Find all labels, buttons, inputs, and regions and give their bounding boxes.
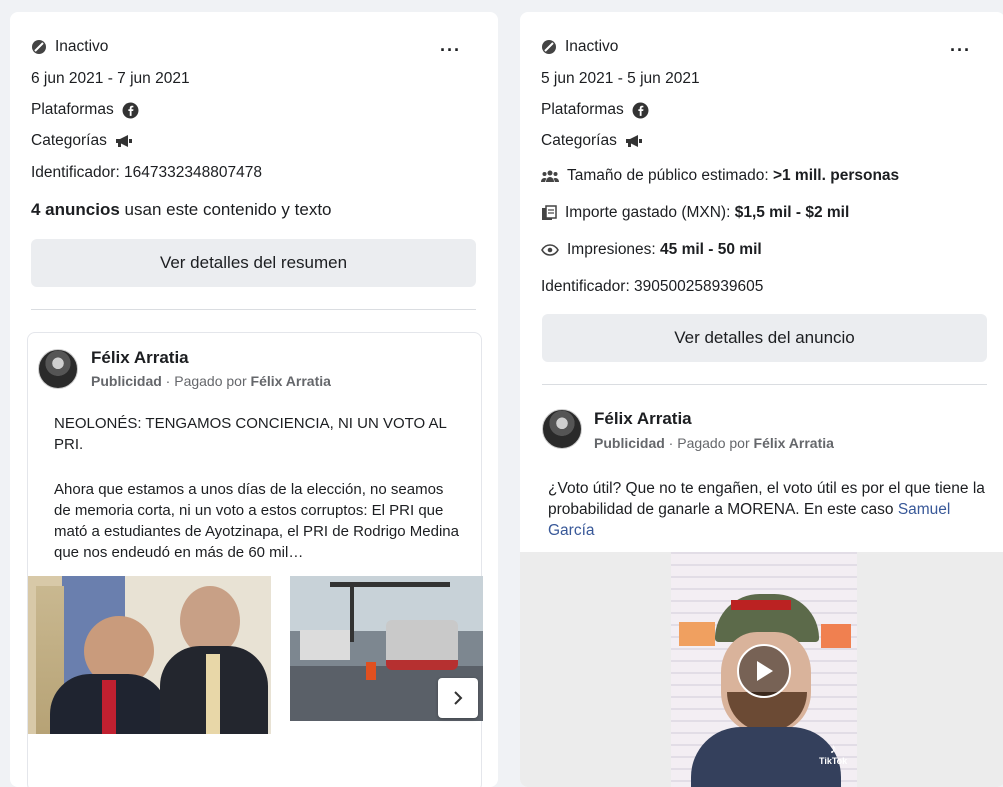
- ad-image-politicians[interactable]: [28, 576, 271, 734]
- impressions-label: Impresiones:: [567, 241, 661, 258]
- chevron-right-icon: [454, 691, 463, 705]
- tiktok-watermark: ♪ TikTok: [819, 740, 847, 766]
- spend-value: $1,5 mil - $2 mil: [734, 204, 850, 221]
- audience-label: Tamaño de público estimado:: [567, 167, 773, 184]
- advertiser-avatar[interactable]: [38, 349, 78, 389]
- megaphone-icon: [115, 135, 132, 147]
- divider: [31, 309, 476, 310]
- ad-byline: Publicidad · Pagado por Félix Arratia: [91, 373, 331, 389]
- publicidad-label: Publicidad: [91, 373, 162, 389]
- ad-preview: Félix Arratia Publicidad · Pagado por Fé…: [27, 332, 483, 787]
- payer-name: Félix Arratia: [753, 435, 834, 451]
- ad-byline: Publicidad · Pagado por Félix Arratia: [594, 435, 834, 451]
- advertiser-name[interactable]: Félix Arratia: [91, 348, 189, 368]
- ad-count-bold: 4 anuncios: [31, 200, 120, 219]
- identifier: Identificador: 390500258939605: [541, 278, 764, 295]
- payer-name: Félix Arratia: [250, 373, 331, 389]
- receipt-icon: [542, 205, 557, 220]
- eye-icon: [541, 244, 559, 256]
- paid-by-text: · Pagado por: [161, 373, 251, 389]
- audience-value: >1 mill. personas: [772, 167, 900, 184]
- spend-row: Importe gastado (MXN): $1,5 mil - $2 mil: [541, 204, 849, 222]
- facebook-icon: [122, 102, 139, 118]
- categories-label: Categorías: [541, 132, 617, 149]
- advertiser-name[interactable]: Félix Arratia: [594, 409, 692, 429]
- ad-card-right: Inactivo ··· 5 jun 2021 - 5 jun 2021 Pla…: [520, 12, 1003, 787]
- video-area: ♪ TikTok: [520, 552, 1003, 787]
- ad-text-body: ¿Voto útil? Que no te engañen, el voto ú…: [548, 478, 988, 541]
- paid-by-text: · Pagado por: [664, 435, 754, 451]
- more-options-button[interactable]: ···: [950, 40, 971, 61]
- status-text: Inactivo: [565, 38, 619, 55]
- platforms-label: Plataformas: [31, 101, 114, 118]
- status-row: Inactivo: [541, 38, 618, 56]
- categories-row: Categorías: [541, 132, 643, 150]
- advertiser-avatar[interactable]: [542, 409, 582, 449]
- facebook-icon: [632, 102, 649, 118]
- ad-text-body: Ahora que estamos a unos días de la elec…: [54, 481, 459, 561]
- impressions-value: 45 mil - 50 mil: [660, 241, 762, 258]
- video-thumbnail[interactable]: ♪ TikTok: [671, 552, 857, 787]
- platforms-row: Plataformas: [31, 101, 139, 119]
- spend-label: Importe gastado (MXN):: [565, 204, 735, 221]
- status-text: Inactivo: [55, 38, 109, 55]
- people-icon: [541, 170, 559, 182]
- identifier: Identificador: 1647332348807478: [31, 164, 262, 181]
- view-summary-details-button[interactable]: Ver detalles del resumen: [31, 239, 476, 287]
- ad-text-headline: NEOLONÉS: TENGAMOS CONCIENCIA, NI UN VOT…: [54, 415, 447, 453]
- date-range: 5 jun 2021 - 5 jun 2021: [541, 70, 700, 87]
- platforms-row: Plataformas: [541, 101, 649, 119]
- play-button[interactable]: [737, 644, 791, 698]
- ad-card-left: Inactivo ··· 6 jun 2021 - 7 jun 2021 Pla…: [10, 12, 498, 787]
- platforms-label: Plataformas: [541, 101, 624, 118]
- impressions-row: Impresiones: 45 mil - 50 mil: [541, 241, 762, 259]
- categories-label: Categorías: [31, 132, 107, 149]
- inactive-icon: [32, 40, 46, 54]
- status-row: Inactivo: [31, 38, 108, 56]
- date-range: 6 jun 2021 - 7 jun 2021: [31, 70, 190, 87]
- ad-count-text: 4 anuncios usan este contenido y texto: [31, 200, 332, 220]
- ad-count-rest: usan este contenido y texto: [119, 200, 332, 219]
- tiktok-icon: ♪: [829, 740, 837, 756]
- audience-row: Tamaño de público estimado: >1 mill. per…: [541, 167, 899, 185]
- megaphone-icon: [625, 135, 642, 147]
- categories-row: Categorías: [31, 132, 133, 150]
- carousel-next-button[interactable]: [438, 678, 478, 718]
- inactive-icon: [542, 40, 556, 54]
- more-options-button[interactable]: ···: [440, 40, 461, 61]
- view-ad-details-button[interactable]: Ver detalles del anuncio: [542, 314, 987, 362]
- publicidad-label: Publicidad: [594, 435, 665, 451]
- play-icon: [757, 661, 773, 681]
- divider: [542, 384, 987, 385]
- tiktok-label: TikTok: [819, 756, 848, 766]
